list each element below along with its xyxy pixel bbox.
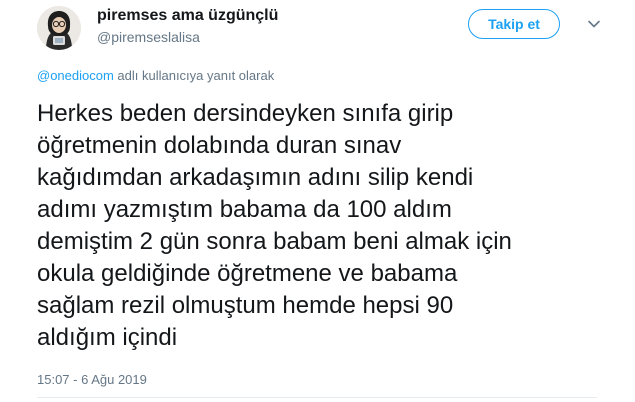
reply-context: @onediocom adlı kullanıcıya yanıt olarak [37, 68, 274, 83]
tweet-text-line: kağıdımdan arkadaşımın adını silip kendi [37, 164, 474, 191]
tweet-timestamp[interactable]: 15:07 - 6 Ağu 2019 [37, 372, 147, 387]
tweet-text-line: Herkes beden dersindeyken sınıfa girip [37, 100, 454, 127]
follow-button[interactable]: Takip et [468, 9, 560, 39]
tweet-text-line: demiştim 2 gün sonra babam beni almak iç… [37, 228, 512, 255]
tweet-card: piremses ama üzgünçlü @piremseslalisa Ta… [0, 0, 635, 402]
reply-mention-link[interactable]: @onediocom [37, 68, 114, 83]
tweet-text-line: aldığım içindi [37, 324, 178, 351]
user-avatar-icon [37, 6, 81, 50]
divider [37, 397, 597, 398]
user-handle[interactable]: @piremseslalisa [97, 29, 200, 45]
tweet-text-line: adımı yazmıştım babama da 100 aldım [37, 196, 452, 223]
avatar[interactable] [37, 6, 81, 50]
chevron-down-icon[interactable] [586, 16, 602, 32]
reply-context-text: adlı kullanıcıya yanıt olarak [113, 68, 275, 83]
tweet-text-line: öğretmenin dolabında duran sınav [37, 132, 402, 159]
tweet-text: Herkes beden dersindeyken sınıfa girip ö… [37, 98, 627, 354]
tweet-text-line: sağlam rezil olmuştum hemde hepsi 90 [37, 292, 454, 319]
display-name[interactable]: piremses ama üzgünçlü [97, 7, 278, 25]
tweet-text-line: okula geldiğinde öğretmene ve babama [37, 260, 458, 287]
